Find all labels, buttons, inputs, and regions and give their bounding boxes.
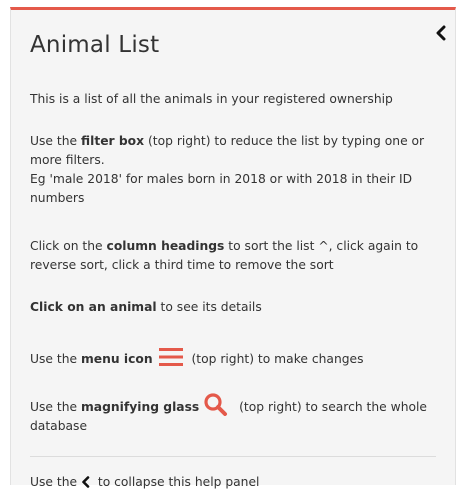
help-panel: Animal List This is a list of all the an… [10, 7, 456, 489]
menu-suffix: (top right) to make changes [187, 352, 364, 366]
search-prefix: Use the [30, 400, 81, 414]
help-search: Use the magnifying glass (top right) to … [30, 392, 440, 436]
help-collapse: Use the to collapse this help panel [30, 473, 440, 492]
chevron-left-inline-icon [82, 475, 90, 488]
chevron-left-icon [436, 25, 446, 41]
filter-prefix: Use the [30, 134, 81, 148]
panel-title: Animal List [30, 32, 160, 58]
help-menu: Use the menu icon (top right) to make ch… [30, 347, 440, 369]
help-click-animal: Click on an animal to see its details [30, 298, 440, 317]
click-suffix: to see its details [156, 300, 262, 314]
hamburger-menu-icon [158, 347, 183, 366]
sort-prefix: Click on the [30, 239, 107, 253]
click-bold: Click on an animal [30, 300, 157, 314]
filter-bold: filter box [80, 134, 145, 148]
collapse-panel-button[interactable] [434, 25, 448, 41]
collapse-suffix: to collapse this help panel [93, 475, 260, 489]
menu-bold: menu icon [80, 352, 153, 366]
sort-bold: column headings [106, 239, 225, 253]
help-intro: This is a list of all the animals in you… [30, 92, 393, 106]
help-sort: Click on the column headings to sort the… [30, 237, 440, 275]
menu-prefix: Use the [30, 352, 81, 366]
collapse-prefix: Use the [30, 475, 81, 489]
help-filter: Use the filter box (top right) to reduce… [30, 132, 440, 208]
magnifying-glass-icon [204, 392, 228, 416]
search-bold: magnifying glass [80, 400, 200, 414]
filter-example: Eg 'male 2018' for males born in 2018 or… [30, 172, 413, 205]
divider [30, 456, 436, 457]
